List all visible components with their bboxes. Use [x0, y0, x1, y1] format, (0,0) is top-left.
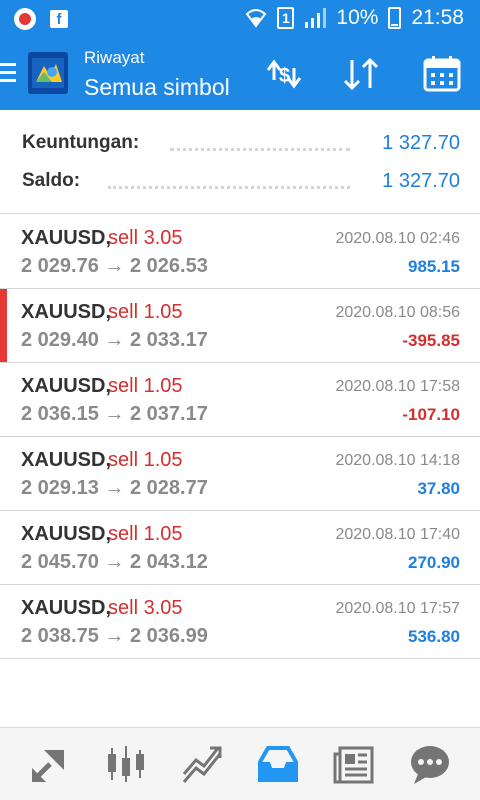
trade-prices: 2 045.70 → 2 043.12: [21, 551, 208, 573]
trade-prices: 2 029.40 → 2 033.17: [21, 329, 208, 351]
trade-symbol: XAUUSD,: [21, 227, 112, 249]
trade-icon[interactable]: [28, 742, 72, 786]
currency-exchange-icon[interactable]: $: [264, 56, 304, 92]
signal-icon: [305, 8, 327, 28]
battery-percent: 10%: [336, 6, 379, 29]
menu-icon[interactable]: [0, 63, 16, 83]
balance-row: Saldo: 1 327.70: [22, 170, 460, 200]
clock: 21:58: [411, 6, 464, 29]
sort-icon[interactable]: [342, 56, 382, 92]
profit-label: Keuntungan:: [22, 132, 140, 153]
chat-icon[interactable]: [408, 742, 452, 786]
trade-symbol: XAUUSD,: [21, 301, 112, 323]
selected-marker: [0, 289, 7, 362]
history-icon[interactable]: [256, 742, 300, 786]
trade-type: sell 3.05: [108, 597, 183, 619]
trade-prices: 2 029.13 → 2 028.77: [21, 477, 208, 499]
trade-profit: -107.10: [402, 405, 460, 424]
dotted-leader: [170, 148, 350, 151]
trade-type: sell 1.05: [108, 301, 183, 323]
trade-time: 2020.08.10 14:18: [335, 452, 460, 469]
app-bar: Riwayat Semua simbol $: [0, 38, 480, 110]
app-notification-icon: [14, 8, 36, 30]
dotted-leader: [108, 186, 350, 189]
profit-row: Keuntungan: 1 327.70: [22, 132, 460, 162]
trade-prices: 2 029.76 → 2 026.53: [21, 255, 208, 277]
trade-type: sell 1.05: [108, 375, 183, 397]
chart-icon[interactable]: [180, 742, 224, 786]
calendar-icon[interactable]: [422, 56, 462, 92]
header-title[interactable]: Semua simbol: [84, 74, 230, 101]
svg-text:$: $: [279, 65, 290, 87]
trade-profit: -395.85: [402, 331, 460, 350]
trade-profit: 536.80: [408, 627, 460, 646]
trade-row[interactable]: XAUUSD, sell 1.05 2 029.13 → 2 028.77 20…: [0, 437, 480, 511]
trade-type: sell 3.05: [108, 227, 183, 249]
trade-row[interactable]: XAUUSD, sell 3.05 2 038.75 → 2 036.99 20…: [0, 585, 480, 659]
trade-symbol: XAUUSD,: [21, 523, 112, 545]
trade-time: 2020.08.10 17:57: [335, 600, 460, 617]
quotes-icon[interactable]: [104, 742, 148, 786]
trade-prices: 2 036.15 → 2 037.17: [21, 403, 208, 425]
trade-row[interactable]: XAUUSD, sell 1.05 2 036.15 → 2 037.17 20…: [0, 363, 480, 437]
trade-row[interactable]: XAUUSD, sell 3.05 2 029.76 → 2 026.53 20…: [0, 215, 480, 289]
trade-profit: 37.80: [417, 479, 460, 498]
trade-symbol: XAUUSD,: [21, 375, 112, 397]
trade-type: sell 1.05: [108, 523, 183, 545]
balance-value: 1 327.70: [382, 170, 460, 192]
facebook-icon: f: [50, 10, 68, 28]
battery-icon: [388, 7, 402, 29]
header-subtitle: Riwayat: [84, 48, 145, 67]
news-icon[interactable]: [332, 742, 376, 786]
wifi-icon: [246, 9, 267, 28]
trade-list: XAUUSD, sell 3.05 2 029.76 → 2 026.53 20…: [0, 215, 480, 659]
trade-profit: 985.15: [408, 257, 460, 276]
app-logo[interactable]: [28, 52, 68, 94]
trade-symbol: XAUUSD,: [21, 597, 112, 619]
trade-profit: 270.90: [408, 553, 460, 572]
trade-time: 2020.08.10 08:56: [335, 304, 460, 321]
balance-label: Saldo:: [22, 170, 81, 191]
trade-row[interactable]: XAUUSD, sell 1.05 2 045.70 → 2 043.12 20…: [0, 511, 480, 585]
trade-symbol: XAUUSD,: [21, 449, 112, 471]
summary-panel: Keuntungan: 1 327.70 Saldo: 1 327.70: [0, 110, 480, 214]
trade-type: sell 1.05: [108, 449, 183, 471]
trade-time: 2020.08.10 17:58: [335, 378, 460, 395]
sim-icon: 1: [277, 7, 295, 29]
trade-time: 2020.08.10 02:46: [335, 230, 460, 247]
trade-row[interactable]: XAUUSD, sell 1.05 2 029.40 → 2 033.17 20…: [0, 289, 480, 363]
trade-time: 2020.08.10 17:40: [335, 526, 460, 543]
bottom-navigation: [0, 727, 480, 800]
trade-prices: 2 038.75 → 2 036.99: [21, 625, 208, 647]
status-bar: f 1 10% 21:58: [0, 0, 480, 38]
profit-value: 1 327.70: [382, 132, 460, 154]
